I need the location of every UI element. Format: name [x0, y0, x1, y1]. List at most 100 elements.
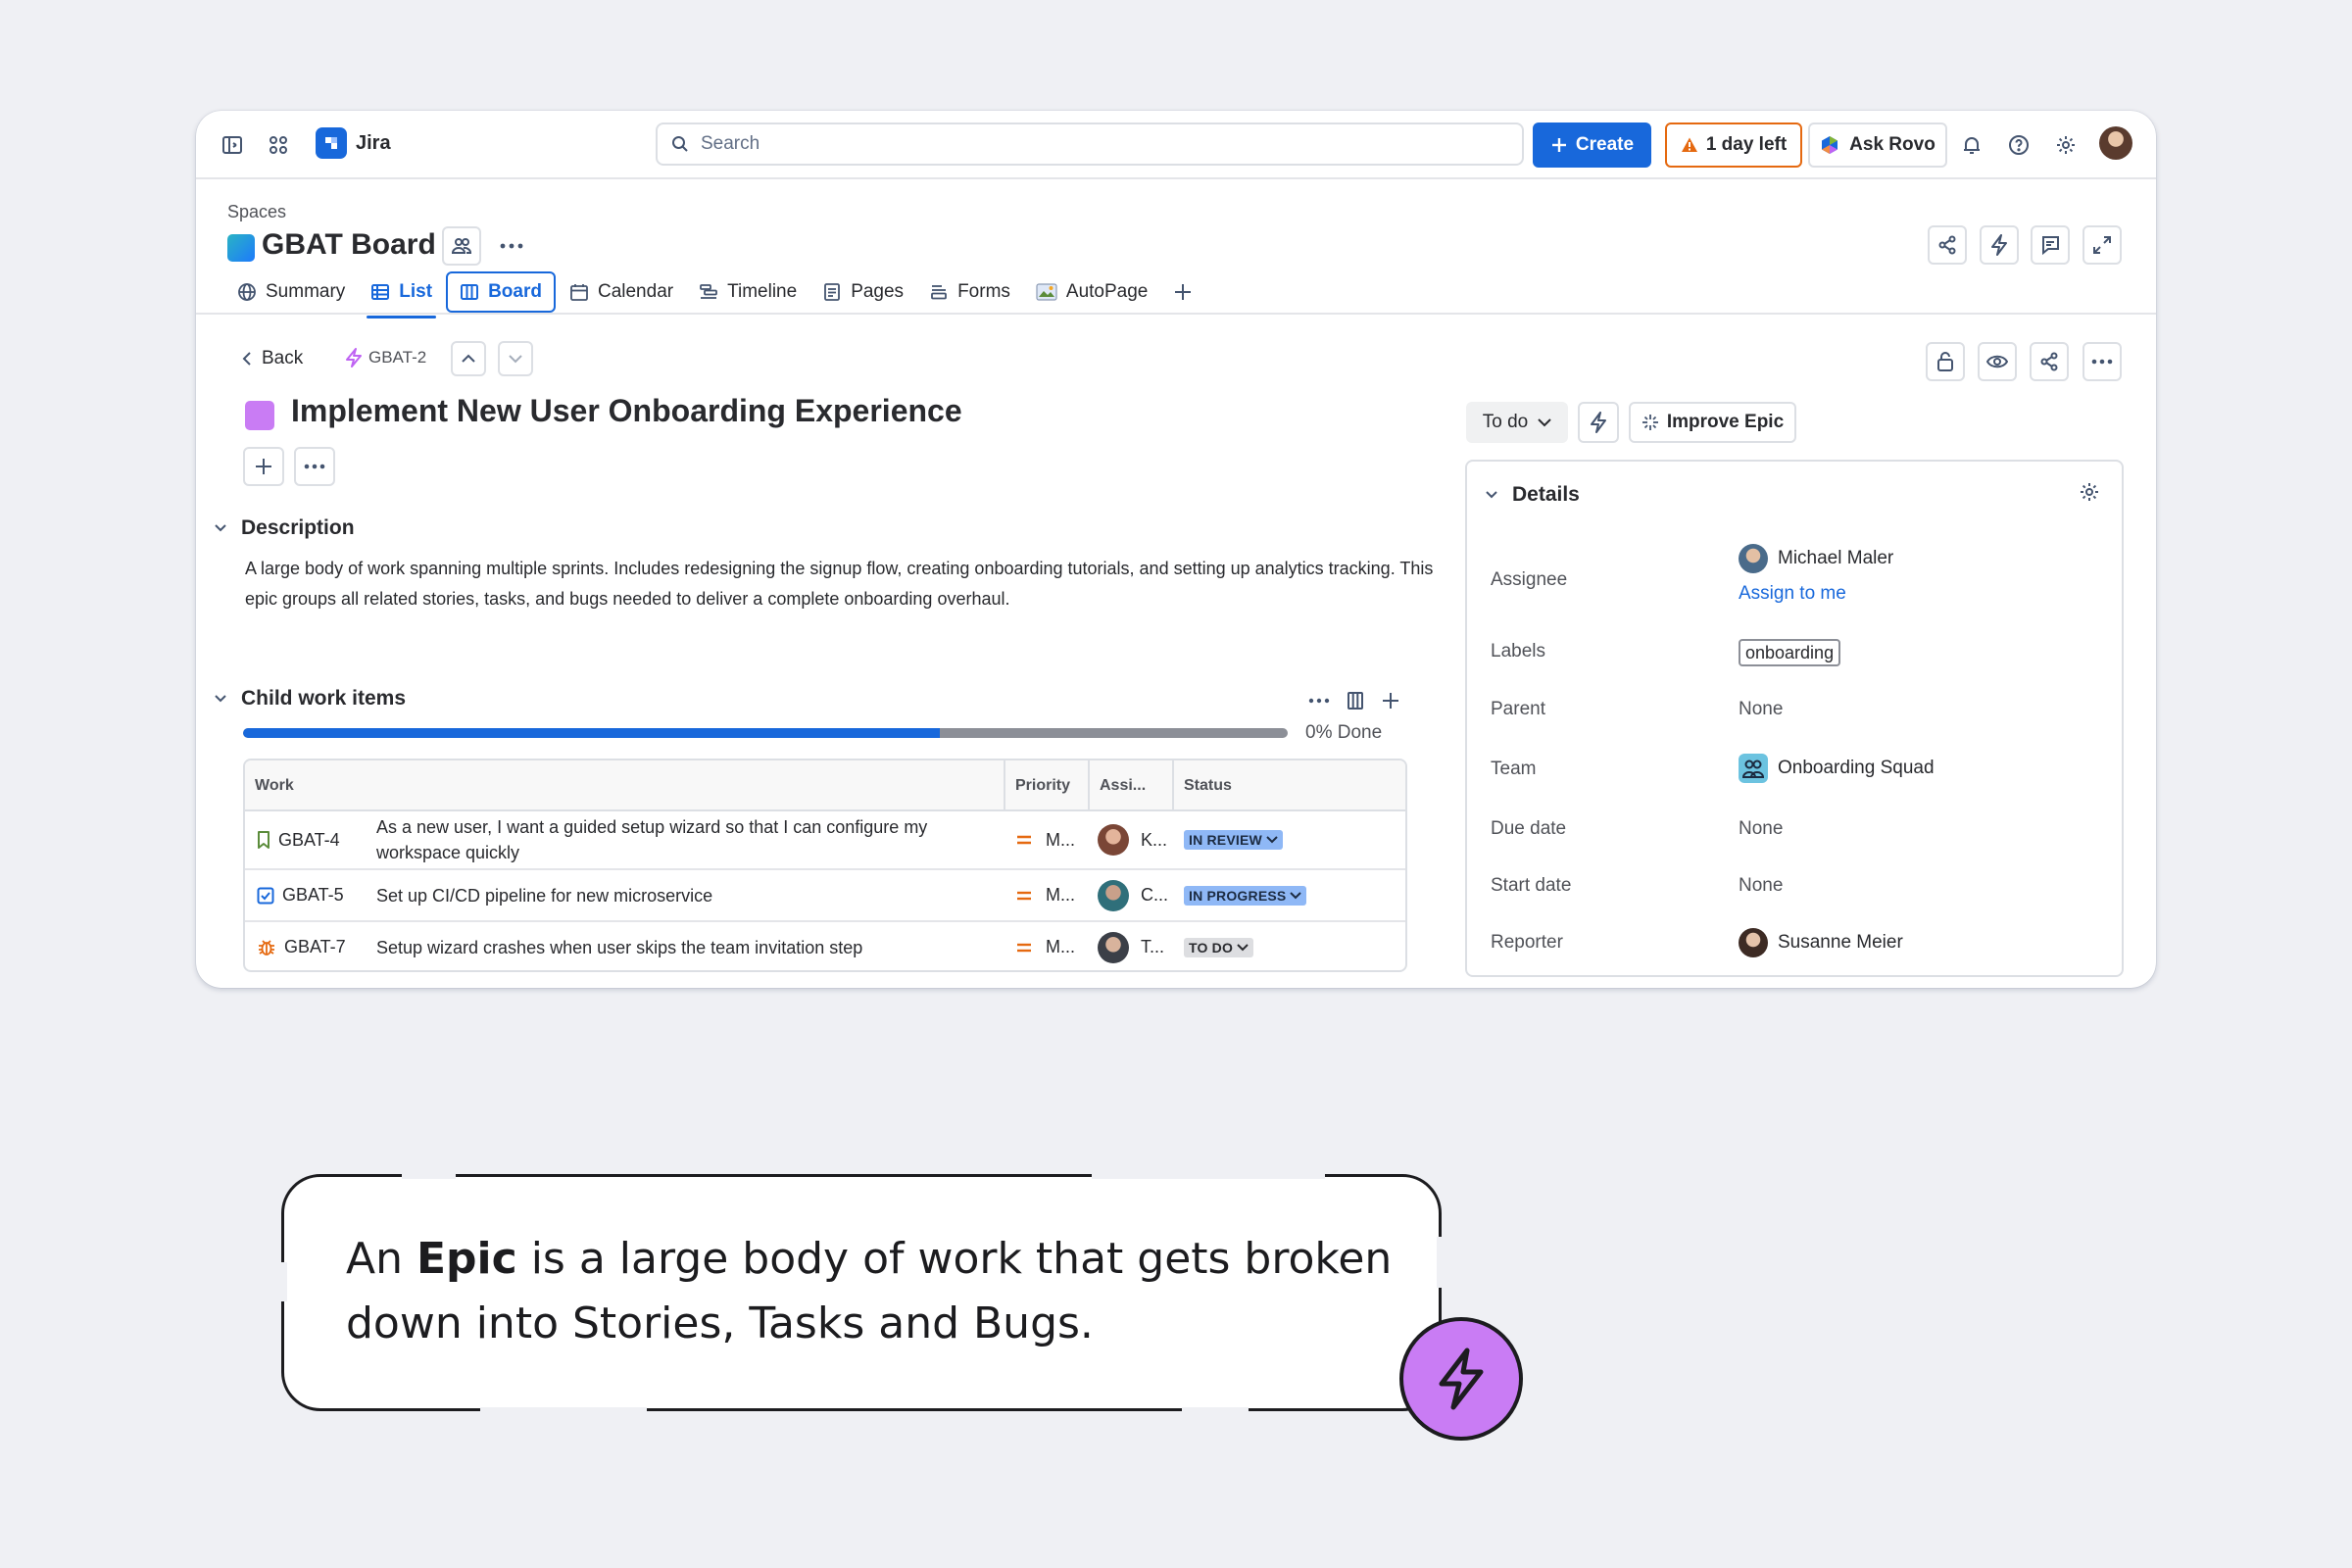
plus-icon	[1175, 284, 1192, 300]
add-content-button[interactable]	[243, 447, 284, 486]
header-work[interactable]: Work	[245, 760, 294, 811]
status-lozenge[interactable]: TO DO	[1184, 937, 1254, 957]
row-assignee[interactable]: C...	[1098, 870, 1168, 920]
issue-share-icon[interactable]	[2030, 342, 2069, 381]
app-switcher-icon[interactable]	[262, 128, 295, 162]
team-value[interactable]: Onboarding Squad	[1739, 754, 1935, 783]
trial-button[interactable]: 1 day left	[1665, 122, 1802, 168]
header-status[interactable]: Status	[1174, 760, 1232, 811]
description-toggle[interactable]: Description	[214, 516, 355, 540]
notifications-bell-icon[interactable]	[1955, 128, 1988, 162]
feedback-icon[interactable]	[2031, 225, 2070, 265]
tab-board[interactable]: Board	[446, 271, 556, 313]
labels-value[interactable]: onboarding	[1739, 639, 1841, 666]
jira-logo-icon[interactable]	[316, 127, 347, 159]
timeline-icon	[700, 284, 717, 299]
start-date-value[interactable]: None	[1739, 875, 1783, 897]
row-assignee[interactable]: T...	[1098, 922, 1164, 970]
tab-pages[interactable]: Pages	[810, 271, 915, 313]
add-tab-button[interactable]	[1161, 271, 1204, 313]
more-actions-button[interactable]	[294, 447, 335, 486]
user-avatar[interactable]	[2099, 126, 2132, 160]
row-summary[interactable]: As a new user, I want a guided setup wiz…	[376, 811, 1004, 868]
child-more-icon[interactable]	[1304, 686, 1334, 715]
row-status[interactable]: IN REVIEW	[1184, 811, 1283, 868]
restrictions-lock-icon[interactable]	[1926, 342, 1965, 381]
add-child-icon[interactable]	[1376, 686, 1405, 715]
next-issue-button[interactable]	[498, 341, 533, 376]
issue-more-icon[interactable]	[2082, 342, 2122, 381]
watch-eye-icon[interactable]	[1978, 342, 2017, 381]
tab-list[interactable]: List	[359, 271, 444, 318]
row-priority[interactable]: M...	[1016, 870, 1075, 920]
space-more-icon[interactable]	[494, 228, 529, 264]
improve-epic-button[interactable]: Improve Epic	[1629, 402, 1796, 443]
automation-button[interactable]	[1578, 402, 1619, 443]
header-assignee[interactable]: Assi...	[1090, 760, 1146, 811]
row-priority[interactable]: M...	[1016, 811, 1075, 868]
tab-calendar[interactable]: Calendar	[558, 271, 685, 313]
row-priority[interactable]: M...	[1016, 922, 1075, 970]
label-chip[interactable]: onboarding	[1739, 639, 1841, 666]
assignee-label: Assignee	[1491, 569, 1568, 590]
tab-forms[interactable]: Forms	[917, 271, 1022, 313]
row-summary[interactable]: Setup wizard crashes when user skips the…	[376, 922, 1004, 970]
space-title[interactable]: GBAT Board	[262, 228, 436, 262]
status-dropdown[interactable]: To do	[1466, 402, 1568, 443]
tab-summary[interactable]: Summary	[225, 271, 357, 313]
create-button[interactable]: Create	[1533, 122, 1651, 168]
assign-to-me-link[interactable]: Assign to me	[1739, 583, 1846, 605]
plus-icon	[1551, 138, 1566, 152]
row-status[interactable]: TO DO	[1184, 922, 1254, 970]
tab-timeline[interactable]: Timeline	[687, 271, 808, 313]
chevron-down-icon	[1266, 836, 1278, 844]
fullscreen-icon[interactable]	[2082, 225, 2122, 265]
row-summary[interactable]: Set up CI/CD pipeline for new microservi…	[376, 870, 1004, 920]
border-gap	[480, 1407, 647, 1415]
table-row[interactable]: GBAT-7 Setup wizard crashes when user sk…	[245, 922, 1405, 970]
issue-key-link[interactable]: GBAT-2	[345, 348, 426, 368]
people-icon	[451, 238, 472, 254]
back-button[interactable]: Back	[242, 348, 303, 369]
board-icon	[461, 284, 479, 300]
row-assignee[interactable]: K...	[1098, 811, 1167, 868]
callout-text: An Epic is a large body of work that get…	[346, 1234, 1393, 1348]
lightning-badge	[1399, 1317, 1523, 1441]
table-row[interactable]: GBAT-4 As a new user, I want a guided se…	[245, 811, 1405, 870]
description-text[interactable]: A large body of work spanning multiple s…	[245, 554, 1460, 614]
labels-label: Labels	[1491, 641, 1545, 662]
parent-value[interactable]: None	[1739, 699, 1783, 720]
row-status[interactable]: IN PROGRESS	[1184, 870, 1307, 920]
reporter-value[interactable]: Susanne Meier	[1739, 928, 1903, 957]
search-input[interactable]: Search	[656, 122, 1524, 166]
issue-title[interactable]: Implement New User Onboarding Experience	[291, 393, 962, 429]
due-date-value[interactable]: None	[1739, 818, 1783, 840]
row-key[interactable]: GBAT-7	[257, 922, 346, 970]
status-lozenge[interactable]: IN PROGRESS	[1184, 885, 1307, 906]
chevron-up-icon	[462, 354, 475, 363]
status-lozenge[interactable]: IN REVIEW	[1184, 830, 1283, 850]
columns-icon[interactable]	[1341, 686, 1370, 715]
child-items-toggle[interactable]: Child work items	[214, 687, 406, 710]
table-row[interactable]: GBAT-5 Set up CI/CD pipeline for new mic…	[245, 870, 1405, 922]
settings-gear-icon[interactable]	[2049, 128, 2082, 162]
epic-type-icon	[245, 401, 274, 430]
previous-issue-button[interactable]	[451, 341, 486, 376]
header-priority[interactable]: Priority	[1005, 760, 1070, 811]
breadcrumb[interactable]: Spaces	[227, 202, 286, 222]
row-key[interactable]: GBAT-5	[257, 870, 344, 920]
app-name[interactable]: Jira	[356, 132, 391, 155]
details-settings-icon[interactable]	[2079, 481, 2100, 508]
assignee-value[interactable]: Michael Maler	[1739, 544, 1893, 573]
share-icon[interactable]	[1928, 225, 1967, 265]
row-key[interactable]: GBAT-4	[257, 811, 340, 868]
details-toggle[interactable]: Details	[1485, 483, 1580, 507]
help-icon[interactable]	[2002, 128, 2035, 162]
tab-autopage[interactable]: AutoPage	[1024, 271, 1159, 313]
child-items-heading: Child work items	[241, 687, 407, 710]
ask-rovo-button[interactable]: Ask Rovo	[1808, 122, 1947, 168]
sidebar-toggle-icon[interactable]	[216, 128, 249, 162]
calendar-icon	[570, 284, 588, 301]
automation-bolt-icon[interactable]	[1980, 225, 2019, 265]
team-members-button[interactable]	[442, 226, 481, 266]
